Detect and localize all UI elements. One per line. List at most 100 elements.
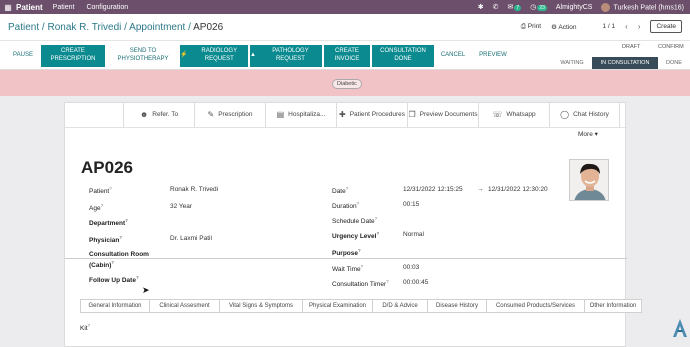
follow-up-date-field[interactable] xyxy=(170,275,320,284)
top-navbar: ▦ Patient Patient Configuration ✱ ✆ ✉ 7 ◷… xyxy=(0,0,690,14)
create-invoice-button[interactable]: CREATE INVOICE xyxy=(324,45,370,67)
bolt-icon: ⚡ xyxy=(180,52,188,59)
patient-procedures-button[interactable]: ✚ Patient Procedures xyxy=(336,103,407,127)
flask-icon: ▲ xyxy=(250,52,256,59)
menu-patient[interactable]: Patient xyxy=(53,4,75,11)
patient-photo-image xyxy=(570,160,608,200)
company-switcher[interactable]: AlmightyCS xyxy=(556,4,593,11)
chat-icon[interactable]: ✉ 7 xyxy=(508,3,522,11)
whatsapp-icon: ☏ xyxy=(492,110,503,120)
tab-physical-examination[interactable]: Physical Examination xyxy=(303,299,373,313)
smart-buttons: ☻ Refer. To ✎ Prescription ▤ Hospitaliza...… xyxy=(123,103,620,127)
purpose-field[interactable] xyxy=(403,248,553,257)
action-button[interactable]: ⚙ Action xyxy=(551,23,576,31)
status-bar: PAUSE CREATE PRESCRIPTION SEND TO PHYSIO… xyxy=(0,40,690,70)
pathology-request-button[interactable]: ▲ PATHOLOGY REQUEST xyxy=(250,45,322,67)
bug-icon[interactable]: ✱ xyxy=(478,3,484,11)
stage-done[interactable]: DONE xyxy=(660,57,688,69)
consultation-room-label: Consultation Room (Cabin)? xyxy=(89,251,149,269)
tab-consumed-products[interactable]: Consumed Products/Services xyxy=(487,299,585,313)
consultation-room-field[interactable] xyxy=(170,255,320,264)
physician-field[interactable]: Dr. Laxmi Patil xyxy=(170,235,212,242)
menu-configuration[interactable]: Configuration xyxy=(86,4,128,11)
brand-logo-icon xyxy=(673,319,687,337)
control-panel: Patient / Ronak R. Trivedi / Appointment… xyxy=(0,14,690,40)
pen-icon: ✎ xyxy=(207,110,215,120)
preview-documents-button[interactable]: ❐ Preview Documents xyxy=(407,103,478,127)
clock-icon[interactable]: ◷ 23 xyxy=(530,3,547,11)
physician-label: Physician? xyxy=(89,235,123,245)
tab-other-information[interactable]: Other Information xyxy=(585,299,642,313)
print-button[interactable]: ⎙ Print xyxy=(521,23,541,31)
duration-label: Duration? xyxy=(332,201,360,211)
create-button[interactable]: Create xyxy=(650,20,682,33)
tab-clinical-assesment[interactable]: Clinical Assesment xyxy=(150,299,220,313)
divider xyxy=(65,258,627,259)
more-button[interactable]: More ▾ xyxy=(578,130,598,138)
wait-time-label: Wait Time? xyxy=(332,264,364,274)
breadcrumb-path[interactable]: Patient / Ronak R. Trivedi / Appointment… xyxy=(8,22,193,33)
document-icon: ❐ xyxy=(408,110,416,120)
kit-label: Kit? xyxy=(80,323,91,333)
diabetic-tag: Diabetic xyxy=(332,79,362,89)
bed-icon: ▤ xyxy=(276,110,285,120)
divider xyxy=(65,127,627,128)
follow-up-date-label: Follow Up Date? xyxy=(89,275,139,285)
user-avatar xyxy=(601,2,611,12)
breadcrumb-current: AP026 xyxy=(193,22,224,33)
date-to-field[interactable]: 12/31/2022 12:30:20 xyxy=(488,186,548,193)
mouse-cursor-icon: ➤ xyxy=(142,285,150,295)
department-field[interactable] xyxy=(170,218,320,227)
stage-draft[interactable]: DRAFT xyxy=(622,44,640,50)
tab-vital-signs[interactable]: Vital Signs & Symptoms xyxy=(220,299,303,313)
breadcrumb: Patient / Ronak R. Trivedi / Appointment… xyxy=(8,22,223,33)
tab-dd-advice[interactable]: D/D & Advice xyxy=(373,299,428,313)
stage-confirm[interactable]: CONFIRM xyxy=(658,44,684,50)
consultation-done-button[interactable]: CONSULTATION DONE xyxy=(372,45,434,67)
phone-icon[interactable]: ✆ xyxy=(493,3,499,11)
preview-button[interactable]: PREVIEW xyxy=(472,45,514,67)
consultation-timer-field[interactable]: 00:00:45 xyxy=(403,279,428,286)
chat-bubble-icon: ◯ xyxy=(560,110,570,120)
apps-grid-icon[interactable]: ▦ xyxy=(0,3,16,12)
stage-waiting[interactable]: WAITING xyxy=(552,57,592,69)
prescription-button[interactable]: ✎ Prescription xyxy=(194,103,265,127)
refer-to-button[interactable]: ☻ Refer. To xyxy=(123,103,194,127)
pager-value[interactable]: 1 / 1 xyxy=(602,23,615,30)
arrow-right-icon: → xyxy=(477,186,484,193)
duration-field[interactable]: 00:15 xyxy=(403,201,419,208)
schedule-date-label: Schedule Date? xyxy=(332,216,378,226)
tab-disease-history[interactable]: Disease History xyxy=(428,299,487,313)
cancel-button[interactable]: CANCEL xyxy=(436,45,470,67)
radiology-request-button[interactable]: ⚡ RADIOLOGY REQUEST xyxy=(180,45,248,67)
urgency-level-field[interactable]: Normal xyxy=(403,231,424,238)
wait-time-field[interactable]: 00:03 xyxy=(403,264,419,271)
send-to-physiotherapy-button[interactable]: SEND TO PHYSIOTHERAPY xyxy=(107,45,179,67)
purpose-label: Purpose? xyxy=(332,248,361,258)
activities-badge: 23 xyxy=(537,5,547,11)
medkit-icon: ✚ xyxy=(339,110,346,120)
age-label: Age? xyxy=(89,203,104,213)
department-label: Department? xyxy=(89,218,128,228)
stage-in-consultation[interactable]: IN CONSULTATION xyxy=(592,57,658,69)
patient-label: Patient? xyxy=(89,186,112,196)
notebook-tabs: General Information Clinical Assesment V… xyxy=(80,299,642,313)
pager-next-icon[interactable]: › xyxy=(638,22,641,31)
messages-badge: 7 xyxy=(514,5,522,11)
hospitalization-button[interactable]: ▤ Hospitaliza... xyxy=(265,103,336,127)
create-prescription-button[interactable]: CREATE PRESCRIPTION xyxy=(41,45,105,67)
patient-field[interactable]: Ronak R. Trivedi xyxy=(170,186,218,193)
app-name[interactable]: Patient xyxy=(16,3,43,12)
user-menu[interactable]: Turkesh Patel (hms16) xyxy=(601,2,684,12)
age-field[interactable]: 32 Year xyxy=(170,203,192,210)
whatsapp-button[interactable]: ☏ Whatsapp xyxy=(478,103,549,127)
form-sheet: ☻ Refer. To ✎ Prescription ▤ Hospitaliza...… xyxy=(64,102,642,347)
patient-photo[interactable] xyxy=(569,159,609,201)
print-icon: ⎙ xyxy=(520,22,526,30)
tab-general-information[interactable]: General Information xyxy=(80,299,150,313)
schedule-date-field[interactable] xyxy=(403,216,553,225)
pager-prev-icon[interactable]: ‹ xyxy=(625,22,628,31)
chat-history-button[interactable]: ◯ Chat History xyxy=(549,103,620,127)
date-from-field[interactable]: 12/31/2022 12:15:25 xyxy=(403,186,463,193)
pause-button[interactable]: PAUSE xyxy=(6,45,40,67)
